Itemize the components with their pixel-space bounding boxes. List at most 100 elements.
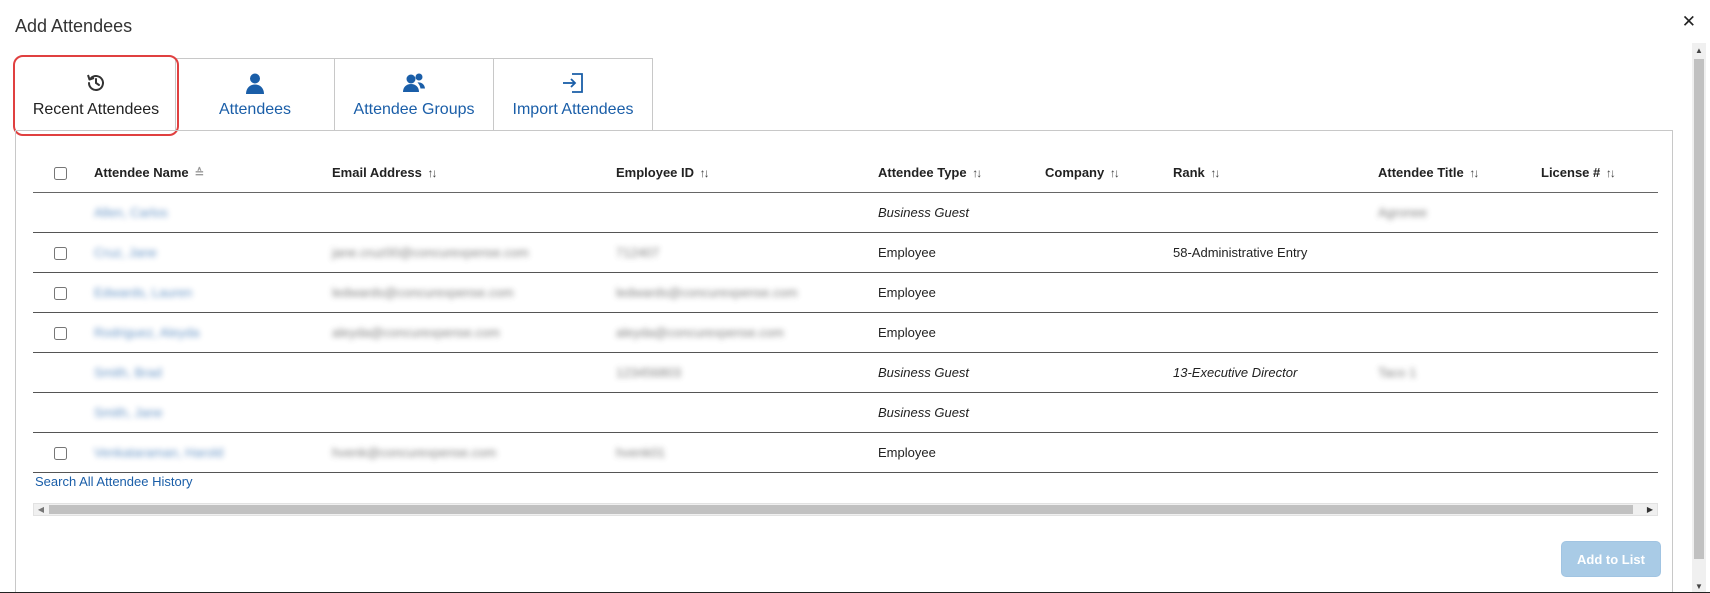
attendee-name-link[interactable]: Allen, Carlos <box>94 205 168 220</box>
title-value: Agronee <box>1378 204 1428 220</box>
email-cell <box>328 352 612 393</box>
select-cell <box>33 192 90 233</box>
tab-recent-attendees[interactable]: Recent Attendees <box>16 58 176 130</box>
scrollbar-thumb[interactable] <box>1694 59 1704 559</box>
name-cell[interactable]: Smith, Brad <box>90 352 328 393</box>
employee-id-cell: hvenk01 <box>612 432 874 473</box>
attendee-name-link[interactable]: Venkataraman, Harold <box>94 445 223 460</box>
horizontal-scrollbar[interactable]: ◀ ▶ <box>33 503 1658 516</box>
title-cell: Taco 1 <box>1374 352 1537 393</box>
col-label: Attendee Type <box>878 165 967 181</box>
license-cell <box>1537 432 1658 473</box>
license-cell <box>1537 192 1658 233</box>
select-all-checkbox[interactable] <box>54 167 67 181</box>
attendee-name-link[interactable]: Smith, Jane <box>94 405 163 420</box>
rank-cell <box>1169 312 1374 353</box>
sort-icon[interactable]: ↑↓ <box>972 166 982 180</box>
sort-icon[interactable]: ↑↓ <box>427 166 437 180</box>
employee-id-cell: 123456803 <box>612 352 874 393</box>
table-row[interactable]: Allen, Carlos Business Guest Agronee <box>33 192 1658 233</box>
row-checkbox[interactable] <box>54 246 67 260</box>
select-cell <box>33 392 90 433</box>
table-row[interactable]: Edwards, Lauren ledwards@concurexpense.c… <box>33 272 1658 313</box>
email-cell <box>328 192 612 233</box>
col-employee-id[interactable]: Employee ID ↑↓ <box>612 154 874 193</box>
title-cell <box>1374 392 1537 433</box>
table-row[interactable]: Rodriguez, Aleyda aleyda@concurexpense.c… <box>33 312 1658 353</box>
sort-icon[interactable]: ↑↓ <box>1606 166 1616 180</box>
vertical-scrollbar[interactable]: ▲ ▼ <box>1692 43 1706 593</box>
company-cell <box>1041 192 1169 233</box>
type-cell: Employee <box>874 232 1041 273</box>
col-rank[interactable]: Rank ↑↓ <box>1169 154 1374 193</box>
tab-attendee-groups[interactable]: Attendee Groups <box>334 58 494 130</box>
scroll-left-icon[interactable]: ◀ <box>34 504 48 515</box>
header-row: Attendee Name ≙ Email Address ↑↓ Employe… <box>33 154 1658 193</box>
name-cell[interactable]: Smith, Jane <box>90 392 328 433</box>
type-cell: Business Guest <box>874 392 1041 433</box>
sort-asc-icon[interactable]: ≙ <box>194 166 204 180</box>
add-to-list-button[interactable]: Add to List <box>1561 541 1661 577</box>
name-cell[interactable]: Allen, Carlos <box>90 192 328 233</box>
col-attendee-type[interactable]: Attendee Type ↑↓ <box>874 154 1041 193</box>
scrollbar-thumb[interactable] <box>49 505 1633 514</box>
attendee-name-link[interactable]: Edwards, Lauren <box>94 285 192 300</box>
row-checkbox[interactable] <box>54 286 67 300</box>
employee-id-value: aleyda@concurexpense.com <box>616 324 784 340</box>
col-company[interactable]: Company ↑↓ <box>1041 154 1169 193</box>
col-attendee-title[interactable]: Attendee Title ↑↓ <box>1374 154 1537 193</box>
tab-attendees[interactable]: Attendees <box>175 58 335 130</box>
attendee-name-link[interactable]: Cruz, Jane <box>94 245 157 260</box>
company-cell <box>1041 312 1169 353</box>
table-row[interactable]: Venkataraman, Harold hvenk@concurexpense… <box>33 432 1658 473</box>
name-cell[interactable]: Cruz, Jane <box>90 232 328 273</box>
email-cell: ledwards@concurexpense.com <box>328 272 612 313</box>
email-value: ledwards@concurexpense.com <box>332 284 514 300</box>
company-cell <box>1041 432 1169 473</box>
col-label: Company <box>1045 165 1105 181</box>
select-cell <box>33 232 90 273</box>
sort-icon[interactable]: ↑↓ <box>1210 166 1220 180</box>
name-cell[interactable]: Edwards, Lauren <box>90 272 328 313</box>
table-row[interactable]: Smith, Brad 123456803 Business Guest 13-… <box>33 352 1658 393</box>
users-icon <box>403 73 425 92</box>
col-label: Attendee Name <box>94 165 189 181</box>
table-row[interactable]: Cruz, Jane jane.cruz00@concurexpense.com… <box>33 232 1658 273</box>
rank-cell <box>1169 432 1374 473</box>
tab-bar: Recent Attendees Attendees Attendee Grou… <box>16 58 653 130</box>
search-all-history-link[interactable]: Search All Attendee History <box>35 474 193 489</box>
col-label: Rank <box>1173 165 1205 181</box>
rank-cell: 58-Administrative Entry <box>1169 232 1374 273</box>
employee-id-value: 712407 <box>616 244 660 260</box>
name-cell[interactable]: Venkataraman, Harold <box>90 432 328 473</box>
table-row[interactable]: Smith, Jane Business Guest <box>33 392 1658 433</box>
sort-icon[interactable]: ↑↓ <box>1469 166 1479 180</box>
select-cell <box>33 312 90 353</box>
attendee-table: Attendee Name ≙ Email Address ↑↓ Employe… <box>33 154 1658 473</box>
select-all-cell <box>33 154 90 193</box>
email-value: jane.cruz00@concurexpense.com <box>332 244 529 260</box>
sort-icon[interactable]: ↑↓ <box>700 166 710 180</box>
tab-label: Import Attendees <box>512 101 634 118</box>
email-cell: hvenk@concurexpense.com <box>328 432 612 473</box>
employee-id-value: hvenk01 <box>616 444 666 460</box>
title-cell <box>1374 432 1537 473</box>
attendee-name-link[interactable]: Rodriguez, Aleyda <box>94 325 200 340</box>
row-checkbox[interactable] <box>54 326 67 340</box>
row-checkbox[interactable] <box>54 446 67 460</box>
scroll-down-icon[interactable]: ▼ <box>1692 579 1706 593</box>
license-cell <box>1537 312 1658 353</box>
col-license[interactable]: License # ↑↓ <box>1537 154 1658 193</box>
scroll-up-icon[interactable]: ▲ <box>1692 43 1706 57</box>
col-attendee-name[interactable]: Attendee Name ≙ <box>90 154 328 193</box>
tab-label: Recent Attendees <box>32 101 160 118</box>
name-cell[interactable]: Rodriguez, Aleyda <box>90 312 328 353</box>
attendee-name-link[interactable]: Smith, Brad <box>94 365 162 380</box>
sort-icon[interactable]: ↑↓ <box>1110 166 1120 180</box>
employee-id-cell: aleyda@concurexpense.com <box>612 312 874 353</box>
col-email-address[interactable]: Email Address ↑↓ <box>328 154 612 193</box>
type-cell: Business Guest <box>874 352 1041 393</box>
tab-import-attendees[interactable]: Import Attendees <box>493 58 653 130</box>
scroll-right-icon[interactable]: ▶ <box>1643 504 1657 515</box>
close-icon[interactable]: ✕ <box>1682 12 1696 32</box>
